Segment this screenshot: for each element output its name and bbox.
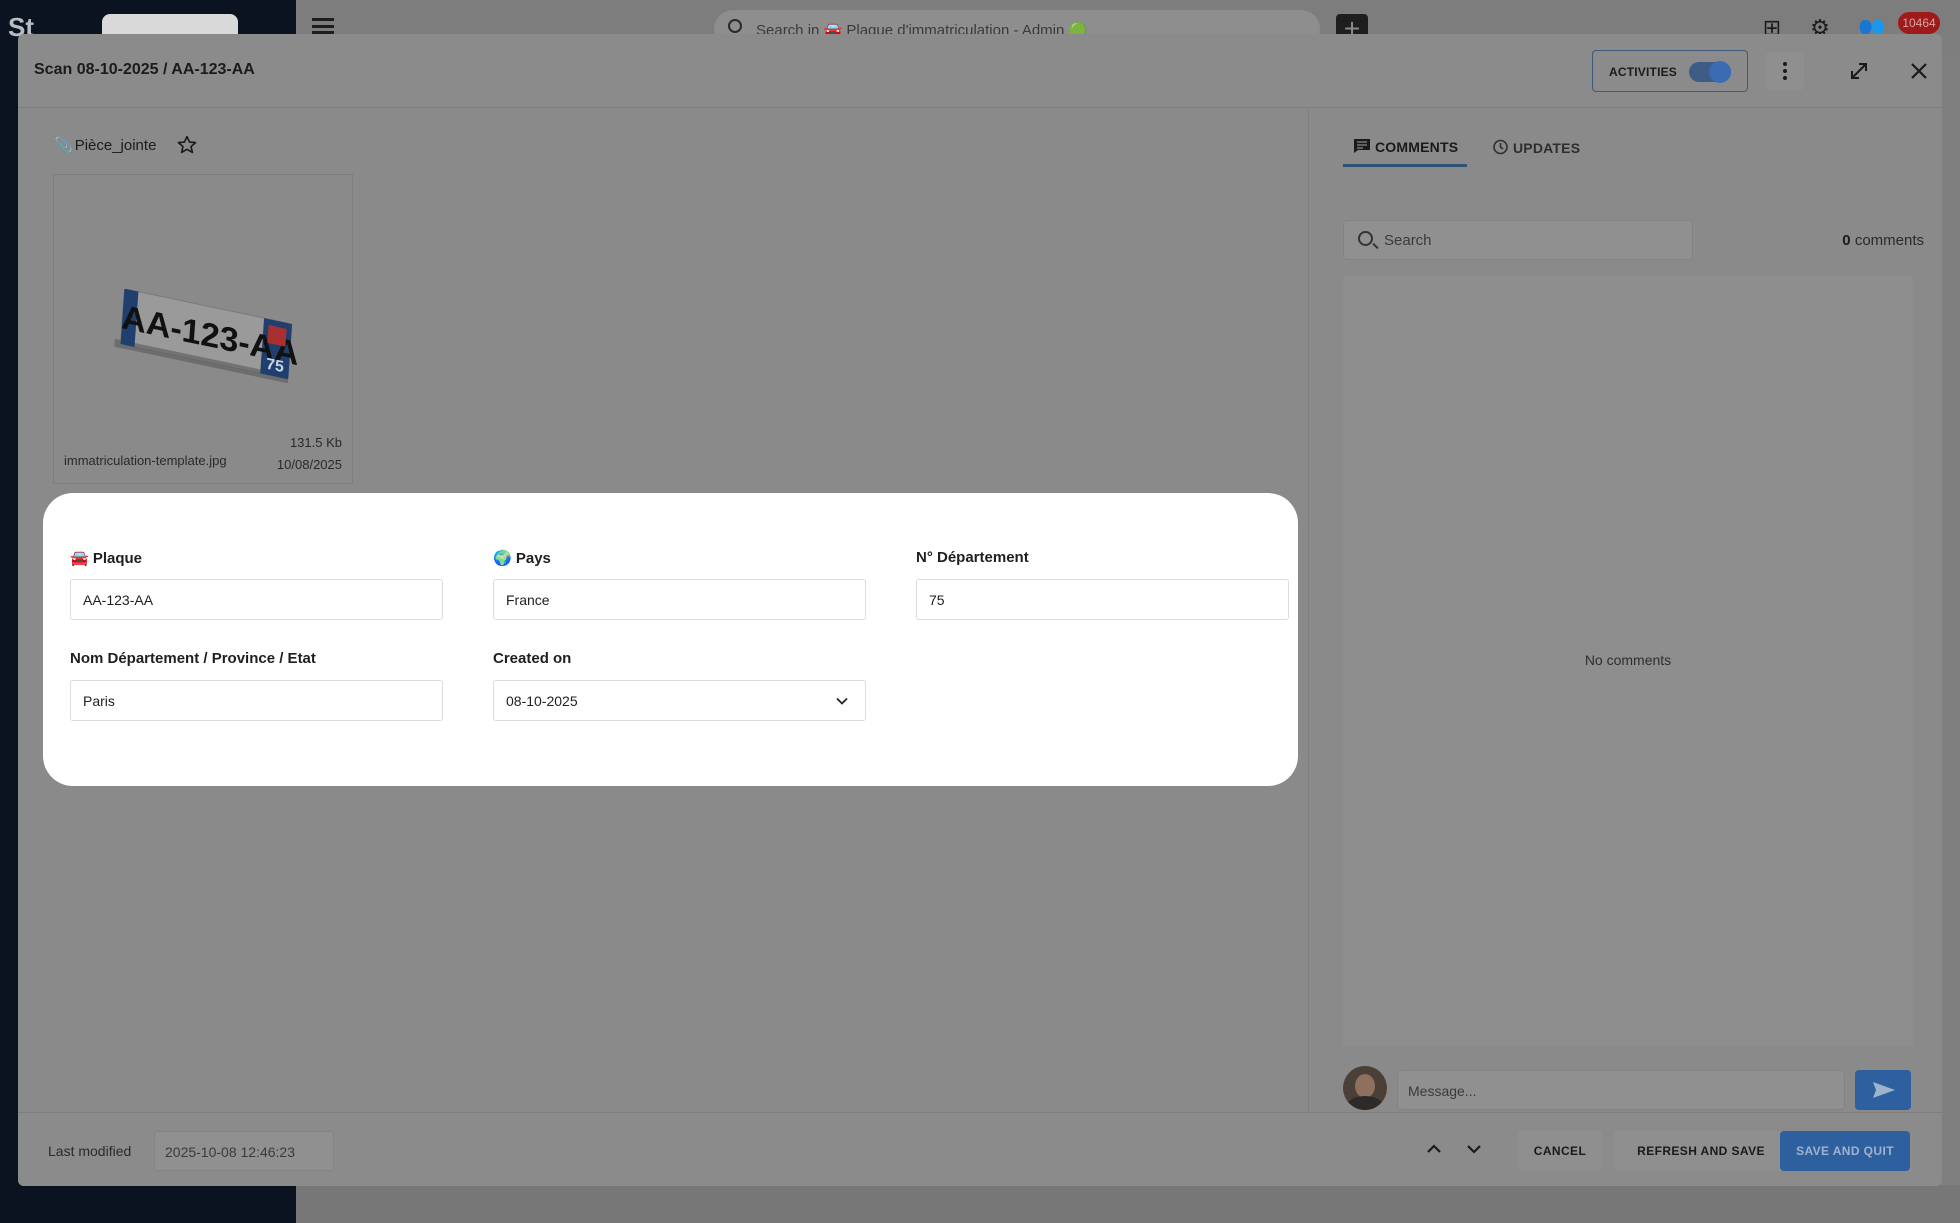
comments-search-input[interactable]: Search: [1343, 220, 1693, 260]
send-button[interactable]: [1855, 1070, 1911, 1110]
more-options-button[interactable]: [1766, 52, 1804, 90]
more-vertical-icon: [1783, 62, 1787, 66]
close-icon: [1911, 63, 1927, 79]
departement-name-label: Nom Département / Province / Etat: [70, 650, 316, 667]
tab-comments-label: COMMENTS: [1375, 139, 1459, 155]
paperclip-icon: 📎: [54, 137, 73, 154]
message-input[interactable]: Message...: [1397, 1070, 1845, 1110]
cancel-button[interactable]: CANCEL: [1518, 1131, 1602, 1171]
avatar-body: [1347, 1096, 1383, 1110]
last-modified-value: 2025-10-08 12:46:23: [154, 1131, 334, 1171]
comments-list: No comments: [1343, 276, 1913, 1046]
license-plate-thumbnail: AA-123-AA 75: [112, 275, 308, 390]
active-tab-indicator: [1343, 164, 1467, 167]
last-modified-label: Last modified: [48, 1143, 132, 1159]
attachment-file-name: immatriculation-template.jpg: [64, 453, 227, 468]
plate-dept-text: 75: [265, 355, 284, 376]
departement-number-label: N° Département: [916, 549, 1029, 566]
app-bottom-bar: [296, 1185, 1960, 1223]
created-on-label: Created on: [493, 650, 572, 667]
star-icon: [177, 135, 197, 154]
chevron-down-icon: [836, 697, 848, 705]
close-button[interactable]: [1900, 52, 1938, 90]
plaque-label: 🚘 Plaque: [70, 550, 143, 567]
tab-comments[interactable]: COMMENTS: [1353, 138, 1458, 155]
history-icon: [1493, 139, 1508, 155]
activities-toggle[interactable]: [1689, 61, 1731, 83]
comments-count-number: 0: [1842, 232, 1851, 249]
record-modal: Scan 08-10-2025 / AA-123-AA ACTIVITIES 📎…: [18, 34, 1942, 1186]
comment-icon: [1354, 139, 1370, 153]
refresh-and-save-button[interactable]: REFRESH AND SAVE: [1614, 1131, 1788, 1171]
record-form: 🚘 Plaque AA-123-AA 🌍 Pays France N° Dépa…: [43, 493, 1298, 786]
search-icon: [728, 19, 742, 33]
pays-label: 🌍 Pays: [493, 550, 551, 567]
avatar: [1343, 1066, 1387, 1110]
empty-state-text: No comments: [1584, 652, 1672, 668]
comments-count: 0 comments: [1842, 232, 1924, 249]
search-icon: [1358, 231, 1373, 246]
plaque-input[interactable]: AA-123-AA: [70, 579, 443, 620]
modal-footer: Last modified 2025-10-08 12:46:23 CANCEL…: [18, 1112, 1942, 1186]
departement-name-input[interactable]: Paris: [70, 680, 443, 721]
departement-number-input[interactable]: 75: [916, 579, 1289, 620]
comments-search-placeholder: Search: [1384, 232, 1432, 249]
created-on-select[interactable]: 08-10-2025: [493, 680, 866, 721]
attachment-card[interactable]: AA-123-AA 75 immatriculation-template.jp…: [53, 174, 353, 484]
favorite-button[interactable]: [176, 134, 198, 161]
modal-title: Scan 08-10-2025 / AA-123-AA: [34, 61, 255, 78]
send-icon: [1873, 1082, 1895, 1098]
activities-toggle-button[interactable]: ACTIVITIES: [1592, 50, 1748, 92]
modal-header: Scan 08-10-2025 / AA-123-AA ACTIVITIES: [18, 34, 1942, 108]
menu-icon[interactable]: [312, 18, 334, 34]
attachment-section-title: 📎 Pièce_jointe: [54, 136, 156, 154]
attachment-section-label: Pièce_jointe: [74, 137, 157, 154]
chevron-up-icon: [1427, 1144, 1441, 1153]
tab-updates-label: UPDATES: [1513, 140, 1581, 156]
save-and-quit-button[interactable]: SAVE AND QUIT: [1780, 1131, 1910, 1171]
activities-label: ACTIVITIES: [1609, 65, 1678, 79]
expand-icon: [1851, 63, 1867, 79]
chevron-down-icon: [1467, 1145, 1481, 1154]
attachment-file-size: 131.5 Kb: [289, 435, 342, 450]
comments-count-word: comments: [1854, 232, 1924, 249]
attachment-file-date: 10/08/2025: [276, 457, 342, 472]
next-record-button[interactable]: [1464, 1139, 1484, 1159]
notification-badge[interactable]: 10464: [1898, 12, 1940, 34]
expand-button[interactable]: [1840, 52, 1878, 90]
tab-updates[interactable]: UPDATES: [1491, 138, 1580, 156]
created-on-value: 08-10-2025: [506, 693, 578, 709]
pays-input[interactable]: France: [493, 579, 866, 620]
previous-record-button[interactable]: [1424, 1139, 1444, 1159]
activity-panel: COMMENTS UPDATES Search 0 comments No co…: [1308, 108, 1942, 1112]
avatar-face: [1355, 1074, 1375, 1098]
